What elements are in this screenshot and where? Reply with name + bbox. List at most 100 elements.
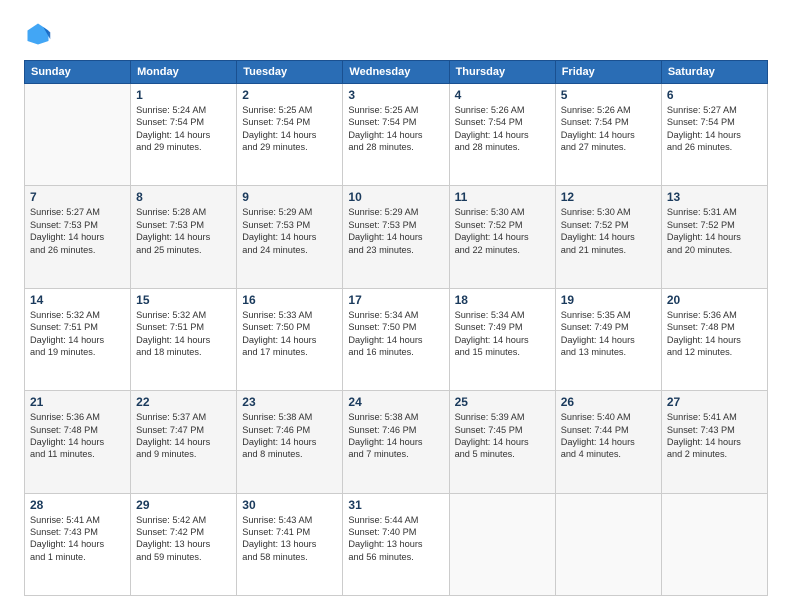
col-header-friday: Friday (555, 61, 661, 84)
day-cell: 11Sunrise: 5:30 AMSunset: 7:52 PMDayligh… (449, 186, 555, 288)
calendar-header: SundayMondayTuesdayWednesdayThursdayFrid… (25, 61, 768, 84)
day-cell: 26Sunrise: 5:40 AMSunset: 7:44 PMDayligh… (555, 391, 661, 493)
week-row-3: 14Sunrise: 5:32 AMSunset: 7:51 PMDayligh… (25, 288, 768, 390)
day-cell: 29 Sunrise: 5:42 AMSunset: 7:42 PMDayligh… (131, 493, 237, 595)
day-info: Sunrise: 5:43 AMSunset: 7:41 PMDaylight:… (242, 514, 337, 564)
logo (24, 20, 56, 48)
col-header-thursday: Thursday (449, 61, 555, 84)
day-cell: 1 Sunrise: 5:24 AMSunset: 7:54 PMDaylight… (131, 84, 237, 186)
day-number: 31 (348, 498, 443, 512)
day-number: 30 (242, 498, 337, 512)
day-info: Sunrise: 5:29 AMSunset: 7:53 PMDaylight:… (242, 206, 337, 256)
day-cell: 8Sunrise: 5:28 AMSunset: 7:53 PMDaylight… (131, 186, 237, 288)
day-info: Sunrise: 5:30 AMSunset: 7:52 PMDaylight:… (455, 206, 550, 256)
day-number: 27 (667, 395, 762, 409)
day-number: 17 (348, 293, 443, 307)
day-cell: 16 Sunrise: 5:33 AMSunset: 7:50 PMDayligh… (237, 288, 343, 390)
day-info: Sunrise: 5:35 AMSunset: 7:49 PMDaylight:… (561, 309, 656, 359)
day-number: 5 (561, 88, 656, 102)
day-number: 22 (136, 395, 231, 409)
week-row-4: 21Sunrise: 5:36 AMSunset: 7:48 PMDayligh… (25, 391, 768, 493)
day-info: Sunrise: 5:32 AMSunset: 7:51 PMDaylight:… (30, 309, 125, 359)
day-info: Sunrise: 5:36 AMSunset: 7:48 PMDaylight:… (667, 309, 762, 359)
week-row-5: 28 Sunrise: 5:41 AMSunset: 7:43 PMDayligh… (25, 493, 768, 595)
calendar-table: SundayMondayTuesdayWednesdayThursdayFrid… (24, 60, 768, 596)
day-cell: 30 Sunrise: 5:43 AMSunset: 7:41 PMDayligh… (237, 493, 343, 595)
day-info: Sunrise: 5:38 AMSunset: 7:46 PMDaylight:… (348, 411, 443, 461)
day-cell: 5 Sunrise: 5:26 AMSunset: 7:54 PMDaylight… (555, 84, 661, 186)
day-number: 7 (30, 190, 125, 204)
day-number: 15 (136, 293, 231, 307)
day-cell: 22 Sunrise: 5:37 AMSunset: 7:47 PMDayligh… (131, 391, 237, 493)
day-number: 1 (136, 88, 231, 102)
day-cell: 17 Sunrise: 5:34 AMSunset: 7:50 PMDayligh… (343, 288, 449, 390)
day-cell: 9Sunrise: 5:29 AMSunset: 7:53 PMDaylight… (237, 186, 343, 288)
day-info: Sunrise: 5:33 AMSunset: 7:50 PMDaylight:… (242, 309, 337, 359)
day-number: 28 (30, 498, 125, 512)
col-header-saturday: Saturday (661, 61, 767, 84)
day-info: Sunrise: 5:38 AMSunset: 7:46 PMDaylight:… (242, 411, 337, 461)
day-cell: 31 Sunrise: 5:44 AMSunset: 7:40 PMDayligh… (343, 493, 449, 595)
day-info: Sunrise: 5:32 AMSunset: 7:51 PMDaylight:… (136, 309, 231, 359)
day-info: Sunrise: 5:29 AMSunset: 7:53 PMDaylight:… (348, 206, 443, 256)
week-row-2: 7Sunrise: 5:27 AMSunset: 7:53 PMDaylight… (25, 186, 768, 288)
day-cell: 21Sunrise: 5:36 AMSunset: 7:48 PMDayligh… (25, 391, 131, 493)
day-number: 19 (561, 293, 656, 307)
day-info: Sunrise: 5:26 AMSunset: 7:54 PMDaylight:… (561, 104, 656, 154)
day-number: 25 (455, 395, 550, 409)
day-number: 16 (242, 293, 337, 307)
header (24, 20, 768, 48)
day-info: Sunrise: 5:39 AMSunset: 7:45 PMDaylight:… (455, 411, 550, 461)
day-cell: 3 Sunrise: 5:25 AMSunset: 7:54 PMDaylight… (343, 84, 449, 186)
day-cell: 13 Sunrise: 5:31 AMSunset: 7:52 PMDayligh… (661, 186, 767, 288)
day-number: 20 (667, 293, 762, 307)
week-row-1: 1 Sunrise: 5:24 AMSunset: 7:54 PMDaylight… (25, 84, 768, 186)
col-header-wednesday: Wednesday (343, 61, 449, 84)
day-number: 24 (348, 395, 443, 409)
day-info: Sunrise: 5:36 AMSunset: 7:48 PMDaylight:… (30, 411, 125, 461)
day-info: Sunrise: 5:28 AMSunset: 7:53 PMDaylight:… (136, 206, 231, 256)
day-cell (449, 493, 555, 595)
day-info: Sunrise: 5:42 AMSunset: 7:42 PMDaylight:… (136, 514, 231, 564)
day-cell: 24 Sunrise: 5:38 AMSunset: 7:46 PMDayligh… (343, 391, 449, 493)
day-cell: 19 Sunrise: 5:35 AMSunset: 7:49 PMDayligh… (555, 288, 661, 390)
day-info: Sunrise: 5:40 AMSunset: 7:44 PMDaylight:… (561, 411, 656, 461)
day-number: 23 (242, 395, 337, 409)
day-cell (555, 493, 661, 595)
day-info: Sunrise: 5:30 AMSunset: 7:52 PMDaylight:… (561, 206, 656, 256)
day-number: 3 (348, 88, 443, 102)
col-header-sunday: Sunday (25, 61, 131, 84)
day-info: Sunrise: 5:37 AMSunset: 7:47 PMDaylight:… (136, 411, 231, 461)
day-number: 4 (455, 88, 550, 102)
day-info: Sunrise: 5:44 AMSunset: 7:40 PMDaylight:… (348, 514, 443, 564)
day-cell: 12Sunrise: 5:30 AMSunset: 7:52 PMDayligh… (555, 186, 661, 288)
day-number: 29 (136, 498, 231, 512)
day-info: Sunrise: 5:25 AMSunset: 7:54 PMDaylight:… (348, 104, 443, 154)
day-cell: 18 Sunrise: 5:34 AMSunset: 7:49 PMDayligh… (449, 288, 555, 390)
day-cell: 27Sunrise: 5:41 AMSunset: 7:43 PMDayligh… (661, 391, 767, 493)
day-number: 10 (348, 190, 443, 204)
calendar-body: 1 Sunrise: 5:24 AMSunset: 7:54 PMDaylight… (25, 84, 768, 596)
day-info: Sunrise: 5:24 AMSunset: 7:54 PMDaylight:… (136, 104, 231, 154)
day-info: Sunrise: 5:26 AMSunset: 7:54 PMDaylight:… (455, 104, 550, 154)
day-cell: 20 Sunrise: 5:36 AMSunset: 7:48 PMDayligh… (661, 288, 767, 390)
day-number: 18 (455, 293, 550, 307)
day-info: Sunrise: 5:34 AMSunset: 7:49 PMDaylight:… (455, 309, 550, 359)
day-cell: 28 Sunrise: 5:41 AMSunset: 7:43 PMDayligh… (25, 493, 131, 595)
day-number: 2 (242, 88, 337, 102)
day-number: 13 (667, 190, 762, 204)
day-info: Sunrise: 5:41 AMSunset: 7:43 PMDaylight:… (30, 514, 125, 564)
day-cell: 7Sunrise: 5:27 AMSunset: 7:53 PMDaylight… (25, 186, 131, 288)
day-cell: 23 Sunrise: 5:38 AMSunset: 7:46 PMDayligh… (237, 391, 343, 493)
col-header-monday: Monday (131, 61, 237, 84)
day-info: Sunrise: 5:25 AMSunset: 7:54 PMDaylight:… (242, 104, 337, 154)
day-cell: 25 Sunrise: 5:39 AMSunset: 7:45 PMDayligh… (449, 391, 555, 493)
day-info: Sunrise: 5:34 AMSunset: 7:50 PMDaylight:… (348, 309, 443, 359)
day-cell: 2 Sunrise: 5:25 AMSunset: 7:54 PMDaylight… (237, 84, 343, 186)
day-cell: 15 Sunrise: 5:32 AMSunset: 7:51 PMDayligh… (131, 288, 237, 390)
day-cell: 4 Sunrise: 5:26 AMSunset: 7:54 PMDaylight… (449, 84, 555, 186)
day-number: 6 (667, 88, 762, 102)
day-info: Sunrise: 5:31 AMSunset: 7:52 PMDaylight:… (667, 206, 762, 256)
page: SundayMondayTuesdayWednesdayThursdayFrid… (0, 0, 792, 612)
day-cell: 14Sunrise: 5:32 AMSunset: 7:51 PMDayligh… (25, 288, 131, 390)
